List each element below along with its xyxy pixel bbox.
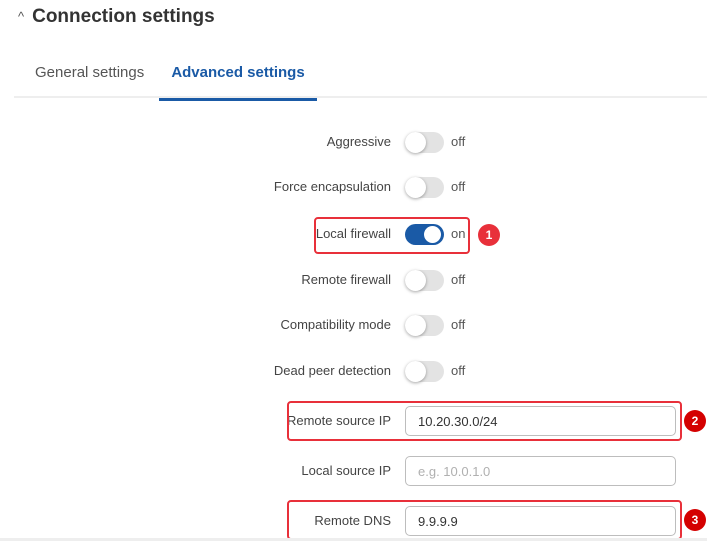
setting-row-force-encapsulation: Force encapsulation off <box>0 173 707 203</box>
annotation-badge-1: 1 <box>478 224 500 246</box>
highlight-box-local-firewall <box>314 217 470 254</box>
tab-advanced-settings[interactable]: Advanced settings <box>159 64 317 101</box>
tab-bar: General settings Advanced settings <box>14 60 707 101</box>
toggle-state-text: off <box>451 179 466 194</box>
toggle-state-text: off <box>451 272 466 287</box>
setting-label: Dead peer detection <box>273 363 391 378</box>
setting-label: Aggressive <box>326 134 391 149</box>
toggle-state-text: off <box>451 134 466 149</box>
highlight-box-remote-source-ip <box>287 401 682 441</box>
chevron-up-icon[interactable]: ^ <box>18 9 24 24</box>
setting-row-aggressive: Aggressive off <box>0 128 707 158</box>
toggle-knob <box>405 361 426 382</box>
annotation-badge-2: 2 <box>684 410 706 432</box>
force-encapsulation-toggle[interactable] <box>405 177 444 198</box>
local-source-ip-input[interactable] <box>405 456 676 486</box>
setting-row-dead-peer-detection: Dead peer detection off <box>0 357 707 387</box>
toggle-state-text: off <box>451 363 466 378</box>
toggle-knob <box>405 270 426 291</box>
field-label: Local source IP <box>301 463 391 478</box>
setting-label: Compatibility mode <box>280 317 391 332</box>
toggle-knob <box>405 315 426 336</box>
remote-firewall-toggle[interactable] <box>405 270 444 291</box>
setting-row-remote-firewall: Remote firewall off <box>0 266 707 296</box>
field-row-local-source-ip: Local source IP <box>0 456 707 486</box>
annotation-badge-3: 3 <box>684 509 706 531</box>
aggressive-toggle[interactable] <box>405 132 444 153</box>
setting-row-compatibility-mode: Compatibility mode off <box>0 311 707 341</box>
tab-general-settings[interactable]: General settings <box>35 64 144 96</box>
setting-label: Remote firewall <box>301 272 391 287</box>
section-title: Connection settings <box>32 6 215 27</box>
highlight-box-remote-dns <box>287 500 682 540</box>
toggle-knob <box>405 132 426 153</box>
section-header[interactable]: ^ Connection settings <box>18 6 215 28</box>
toggle-knob <box>405 177 426 198</box>
compatibility-mode-toggle[interactable] <box>405 315 444 336</box>
dead-peer-detection-toggle[interactable] <box>405 361 444 382</box>
toggle-state-text: off <box>451 317 466 332</box>
setting-label: Force encapsulation <box>273 179 391 194</box>
